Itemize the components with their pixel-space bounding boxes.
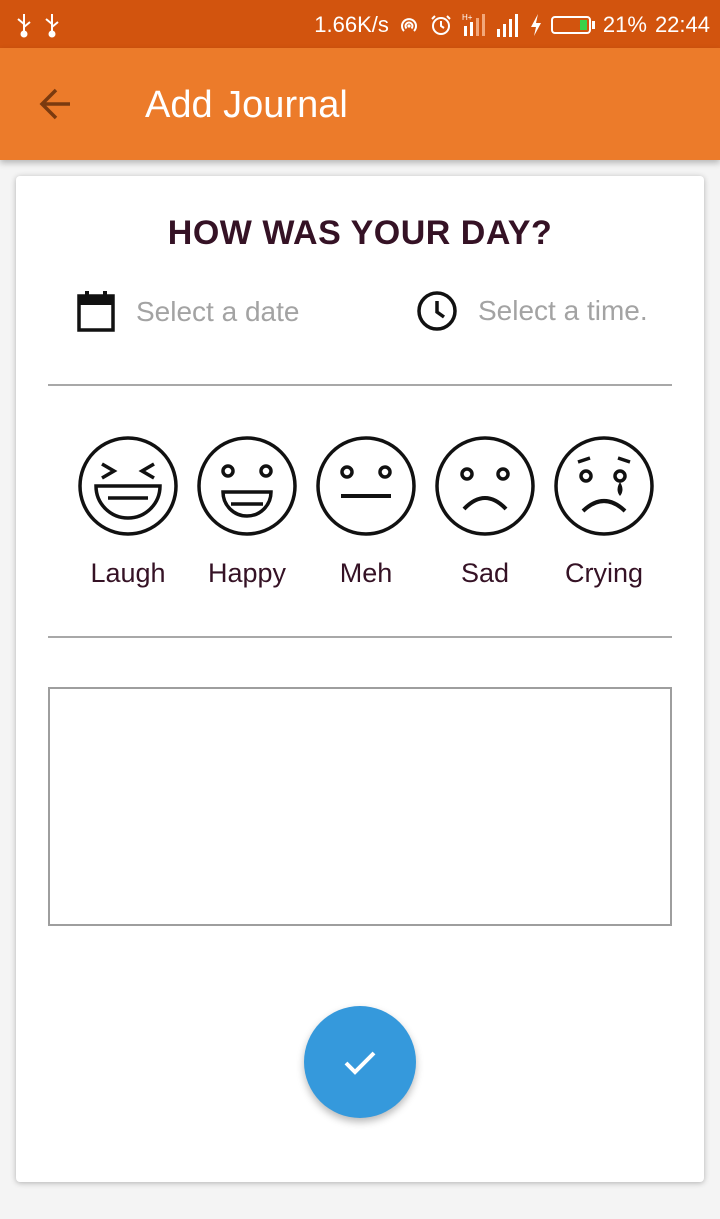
battery-icon [550, 16, 595, 34]
date-picker[interactable]: Select a date [76, 290, 299, 334]
mood-label: Meh [339, 558, 393, 588]
mood-meh[interactable]: Meh [314, 434, 418, 589]
alarm-icon [431, 15, 451, 35]
h-plus-signal-icon: H+ [462, 13, 485, 36]
app-bar: Add Journal [0, 48, 720, 160]
sad-face-icon [435, 436, 535, 536]
mood-happy[interactable]: Happy [195, 434, 299, 589]
page-title: Add Journal [145, 84, 348, 126]
mood-selector: Laugh Happy Meh Sad Crying [76, 434, 656, 589]
time-picker[interactable]: Select a time. [416, 290, 648, 332]
arrow-back-icon [39, 88, 70, 120]
happy-face-icon [197, 436, 297, 536]
time-placeholder: Select a time. [478, 295, 648, 326]
mood-label: Laugh [90, 558, 166, 588]
mood-label: Happy [207, 558, 287, 588]
mood-label: Sad [460, 558, 510, 588]
mood-crying[interactable]: Crying [552, 434, 656, 589]
date-placeholder: Select a date [136, 296, 300, 327]
usb-icon [17, 14, 59, 38]
check-icon [344, 1051, 376, 1075]
status-bar: 1.66K/s H+ 21% 22:44 [0, 0, 720, 48]
usb-icons [14, 10, 74, 44]
mood-sad[interactable]: Sad [433, 434, 537, 589]
svg-text:H+: H+ [462, 13, 473, 22]
clock-icon [417, 291, 457, 331]
meh-face-icon [316, 436, 416, 536]
clock-time: 22:44 [654, 12, 710, 37]
calendar-icon [77, 291, 115, 332]
laugh-face-icon [78, 436, 178, 536]
charging-icon [530, 14, 541, 36]
journal-card: HOW WAS YOUR DAY? Select a date Select a… [16, 176, 704, 1182]
net-speed: 1.66K/s [314, 12, 389, 37]
crying-face-icon [554, 436, 654, 536]
save-journal-button[interactable] [304, 1006, 416, 1118]
divider [48, 636, 672, 638]
form-heading: HOW WAS YOUR DAY? [167, 214, 553, 252]
mood-laugh[interactable]: Laugh [76, 434, 180, 589]
battery-percent: 21% [602, 12, 647, 37]
journal-note-input[interactable] [48, 687, 672, 926]
hotspot-icon [400, 18, 417, 32]
signal-icon [496, 14, 518, 37]
back-button[interactable] [30, 80, 82, 128]
mood-label: Crying [564, 558, 644, 588]
divider [48, 384, 672, 386]
